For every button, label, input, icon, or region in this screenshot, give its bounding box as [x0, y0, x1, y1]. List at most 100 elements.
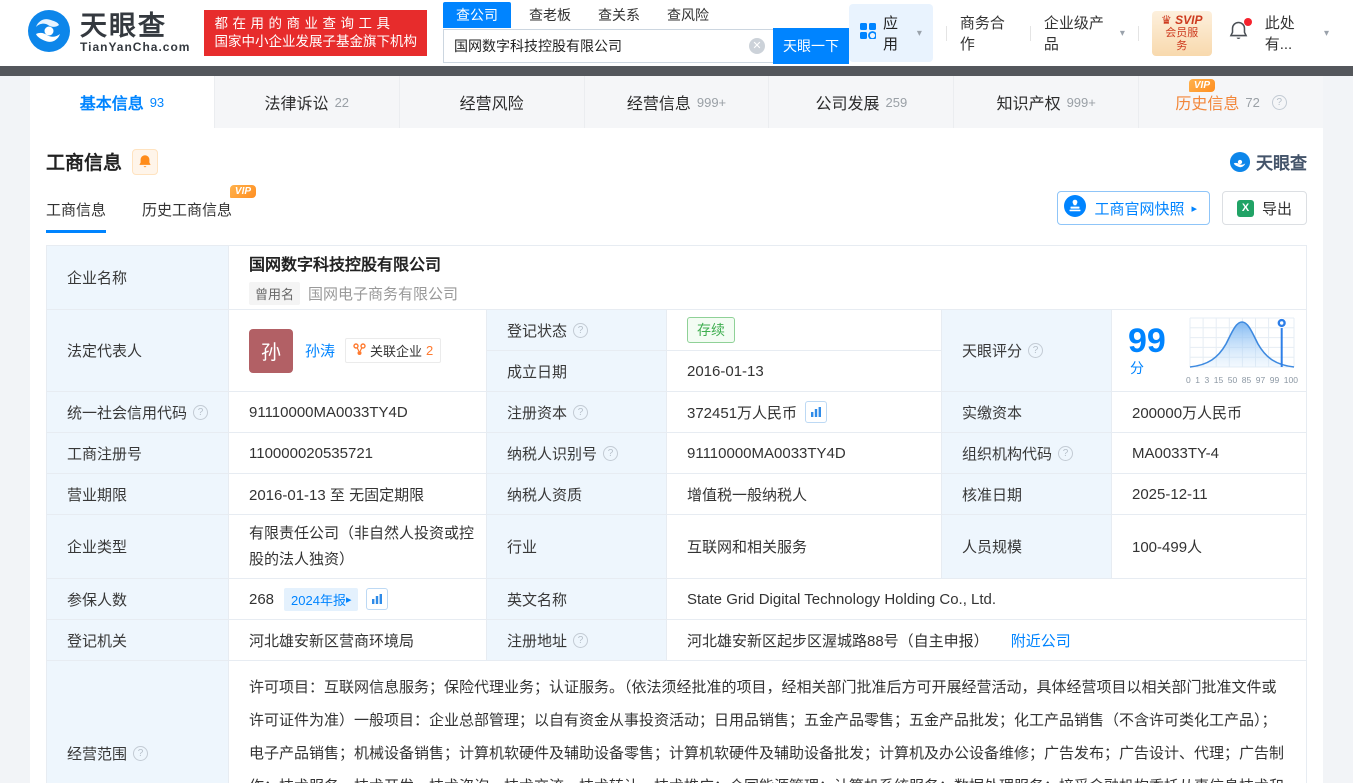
tab-label: 法律诉讼 [265, 90, 329, 114]
clear-search-icon[interactable]: ✕ [749, 38, 765, 54]
tab-count: 72 [1245, 95, 1259, 110]
related-count: 2 [426, 343, 433, 358]
search-tab-relation[interactable]: 查关系 [598, 5, 640, 25]
related-label: 关联企业 [370, 341, 422, 360]
vip-badge: VIP [230, 185, 256, 198]
tab-basic-info[interactable]: 基本信息93 [30, 76, 215, 128]
value-approval-date: 2025-12-11 [1112, 474, 1307, 515]
enterprise-label: 企业级产品 [1044, 12, 1115, 54]
label-text: 天眼评分 [962, 340, 1022, 361]
nearby-companies-link[interactable]: 附近公司 [1011, 630, 1071, 651]
page-body: 基本信息93 法律诉讼 22 经营风险 经营信息999+ 公司发展 259 知识产权… [0, 76, 1353, 783]
value-tianyan-score[interactable]: 99分 01315508 [1112, 310, 1307, 392]
label-registered-address: 注册地址? [487, 620, 667, 661]
search-area: 查公司 查老板 查关系 查风险 ✕ 天眼一下 [443, 2, 849, 64]
value-staff-size: 100-499人 [1112, 515, 1307, 579]
label-text: 登记状态 [507, 320, 567, 341]
search-input[interactable] [443, 29, 773, 63]
tab-count: 259 [886, 95, 908, 110]
nav-enterprise-products[interactable]: 企业级产品 ▾ [1044, 12, 1125, 54]
value-registration-authority: 河北雄安新区营商环境局 [229, 620, 487, 661]
legal-rep-link[interactable]: 孙涛 [305, 340, 335, 361]
help-icon[interactable]: ? [603, 446, 618, 461]
label-registration-authority: 登记机关 [47, 620, 229, 661]
section-title: 工商信息 [46, 148, 122, 175]
tab-company-development[interactable]: 公司发展 259 [769, 76, 954, 128]
logo-swirl-icon [26, 8, 72, 59]
search-tab-boss[interactable]: 查老板 [529, 5, 571, 25]
arrow-right-icon: ▸ [1191, 202, 1197, 215]
label-insured-count: 参保人数 [47, 579, 229, 620]
insured-chart-icon[interactable] [366, 588, 388, 610]
score-chart-axis: 0131550859799100 [1186, 375, 1298, 385]
tab-intellectual-property[interactable]: 知识产权999+ [954, 76, 1139, 128]
tab-history-info[interactable]: VIP 历史信息72 ? [1139, 76, 1323, 128]
label-credit-code: 统一社会信用代码? [47, 392, 229, 433]
value-insured-count: 268 2024年报 ▸ [229, 579, 487, 620]
search-button[interactable]: 天眼一下 [773, 28, 849, 64]
help-icon[interactable]: ? [133, 746, 148, 761]
stamp-icon [1063, 194, 1087, 222]
help-icon[interactable]: ? [193, 405, 208, 420]
help-icon[interactable]: ? [1272, 95, 1287, 110]
help-icon[interactable]: ? [1058, 446, 1073, 461]
search-tab-risk[interactable]: 查风险 [667, 5, 709, 25]
tab-business-info[interactable]: 经营信息999+ [585, 76, 770, 128]
related-companies-badge[interactable]: 关联企业 2 [345, 338, 441, 363]
chevron-down-icon: ▾ [1324, 28, 1329, 39]
label-english-name: 英文名称 [487, 579, 667, 620]
logo-domain: TianYanCha.com [80, 40, 190, 54]
export-button[interactable]: X 导出 [1222, 191, 1307, 225]
former-name-badge: 曾用名 [249, 282, 300, 305]
capital-chart-icon[interactable] [805, 401, 827, 423]
snapshot-label: 工商官网快照 [1094, 198, 1184, 219]
report-label: 2024年报 [291, 590, 346, 609]
value-registration-status: 存续 [667, 310, 942, 351]
svip-label: SVIP [1175, 13, 1202, 27]
tab-operational-risk[interactable]: 经营风险 [400, 76, 585, 128]
apps-label: 应用 [883, 12, 910, 54]
tab-label: 知识产权 [997, 90, 1061, 114]
subtab-label: 历史工商信息 [142, 202, 232, 219]
notifications-bell-icon[interactable] [1229, 21, 1248, 46]
tab-legal-proceedings[interactable]: 法律诉讼 22 [215, 76, 400, 128]
help-icon[interactable]: ? [573, 405, 588, 420]
crown-icon: ♛ [1161, 13, 1172, 27]
tianyancha-logo[interactable]: 天眼查 TianYanCha.com [26, 8, 190, 59]
value-registered-capital: 372451万人民币 [667, 392, 942, 433]
official-snapshot-button[interactable]: 工商官网快照 ▸ [1057, 191, 1210, 225]
value-taxpayer-id: 91110000MA0033TY4D [667, 433, 942, 474]
value-legal-representative: 孙 孙涛 关联企业 2 [229, 310, 487, 392]
monitor-bell-icon[interactable] [132, 149, 158, 175]
subtab-business-info[interactable]: 工商信息 [46, 199, 106, 233]
subtab-history-business-info[interactable]: 历史工商信息 VIP [142, 199, 232, 233]
annual-report-badge[interactable]: 2024年报 ▸ [284, 588, 358, 611]
label-text: 组织机构代码 [962, 443, 1052, 464]
help-icon[interactable]: ? [573, 633, 588, 648]
value-company-type: 有限责任公司（非自然人投资或控股的法人独资） [229, 515, 487, 579]
label-business-scope: 经营范围? [47, 661, 229, 783]
status-badge: 存续 [687, 317, 735, 343]
tab-label: 历史信息 [1175, 90, 1239, 114]
nav-business-cooperation[interactable]: 商务合作 [960, 12, 1017, 54]
help-icon[interactable]: ? [573, 323, 588, 338]
avatar[interactable]: 孙 [249, 329, 293, 373]
label-taxpayer-quality: 纳税人资质 [487, 474, 667, 515]
label-staff-size: 人员规模 [942, 515, 1112, 579]
apps-menu-button[interactable]: 应用 ▾ [849, 4, 933, 62]
tab-label: 公司发展 [816, 90, 880, 114]
subtab-row: 工商信息 历史工商信息 VIP 工商官网快照 ▸ X 导出 [40, 191, 1313, 233]
tab-count: 22 [335, 95, 349, 110]
search-tab-company[interactable]: 查公司 [443, 2, 511, 28]
apps-grid-icon [860, 23, 876, 43]
label-text: 纳税人识别号 [507, 443, 597, 464]
label-registration-status: 登记状态? [487, 310, 667, 351]
address-text: 河北雄安新区起步区渥城路88号（自主申报） [687, 630, 989, 651]
promo-line2: 国家中小企业发展子基金旗下机构 [214, 33, 417, 51]
svip-membership-button[interactable]: ♛ SVIP 会员服务 [1152, 11, 1212, 56]
help-icon[interactable]: ? [1028, 343, 1043, 358]
divider [1138, 26, 1139, 41]
label-text: 注册资本 [507, 402, 567, 423]
account-menu[interactable]: 此处有... ▾ [1265, 12, 1329, 54]
label-text: 统一社会信用代码 [67, 402, 187, 423]
